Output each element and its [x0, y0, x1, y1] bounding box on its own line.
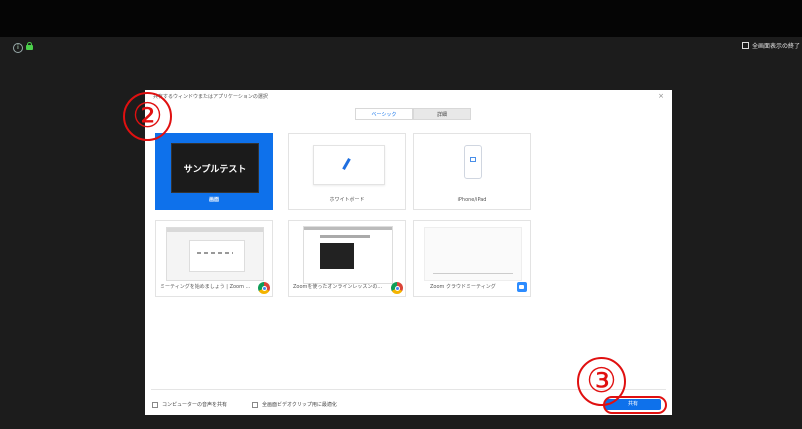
annotation-step-2: ② [123, 92, 172, 141]
chrome-icon [391, 282, 403, 294]
exit-fullscreen-button[interactable]: 全画面表示の終了 [741, 41, 800, 50]
dialog-title: 共有するウィンドウまたはアプリケーションの選択 [153, 94, 268, 100]
tab-advanced[interactable]: 詳細 [413, 108, 471, 120]
share-option-window-lesson[interactable]: Zoomを使ったオンラインレッスンの... [288, 220, 406, 297]
top-bar [0, 0, 802, 37]
tab-basic[interactable]: ベーシック [355, 108, 413, 120]
tile-label: Zoomを使ったオンラインレッスンの... [293, 284, 383, 290]
tile-label: ミーティングを始めましょう | Zoom ... [160, 284, 251, 290]
share-sound-option[interactable]: コンピューターの音声を共有 [152, 401, 227, 408]
optimize-video-option[interactable]: 全画面ビデオクリップ用に最適化 [252, 401, 337, 408]
pen-icon [342, 158, 351, 170]
share-option-screen[interactable]: サンプルテスト 画面 [155, 133, 273, 210]
screen-thumbnail: サンプルテスト [171, 143, 259, 193]
chrome-icon [258, 282, 270, 294]
screen-thumbnail-text: サンプルテスト [183, 165, 247, 175]
annotation-share-highlight [603, 396, 667, 414]
share-option-window-zoom-site[interactable]: ミーティングを始めましょう | Zoom ... [155, 220, 273, 297]
tile-label: 画面 [208, 197, 219, 203]
window-thumbnail [166, 227, 264, 281]
close-icon[interactable]: × [658, 92, 664, 100]
tab-bar: ベーシック 詳細 [355, 108, 471, 120]
optimize-video-label: 全画面ビデオクリップ用に最適化 [262, 402, 337, 408]
fullscreen-icon [741, 42, 749, 49]
share-option-iphone[interactable]: iPhone/iPad [413, 133, 531, 210]
phone-icon [464, 145, 482, 179]
lock-icon[interactable] [26, 42, 33, 50]
cast-icon [470, 157, 476, 162]
share-option-window-zoom-meeting[interactable]: Zoom クラウドミーティング [413, 220, 531, 297]
optimize-video-checkbox[interactable] [252, 401, 258, 408]
share-sound-label: コンピューターの音声を共有 [162, 402, 228, 408]
window-thumbnail [303, 226, 393, 284]
tile-label: iPhone/iPad [457, 197, 487, 203]
window-thumbnail [424, 227, 522, 281]
share-sound-checkbox[interactable] [152, 401, 158, 408]
tile-label: Zoom クラウドミーティング [430, 284, 496, 290]
share-option-whiteboard[interactable]: ホワイトボード [288, 133, 406, 210]
exit-fullscreen-label: 全画面表示の終了 [751, 43, 800, 50]
whiteboard-thumbnail [313, 145, 385, 185]
zoom-icon [517, 282, 527, 292]
info-icon[interactable]: i [13, 43, 23, 53]
tile-label: ホワイトボード [329, 197, 365, 203]
